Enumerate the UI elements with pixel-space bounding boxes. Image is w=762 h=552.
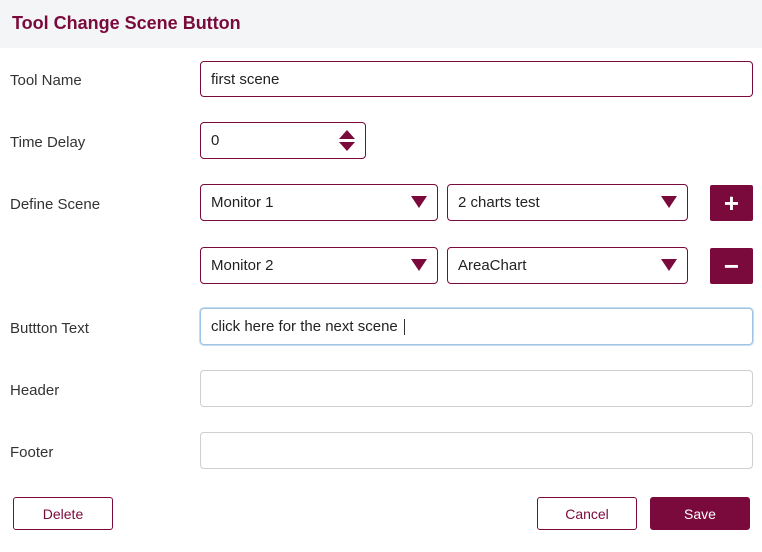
stepper-up-icon[interactable] <box>339 130 355 139</box>
remove-scene-row-button[interactable]: − <box>710 248 753 284</box>
save-button[interactable]: Save <box>650 497 750 530</box>
tool-name-input[interactable]: first scene <box>200 61 753 97</box>
scene-row-1-chart-select[interactable]: 2 charts test <box>447 184 688 221</box>
chevron-down-icon <box>661 196 677 208</box>
chevron-down-icon <box>661 259 677 271</box>
delete-button[interactable]: Delete <box>13 497 113 530</box>
chevron-down-icon <box>411 259 427 271</box>
time-delay-value: 0 <box>211 132 220 149</box>
plus-icon: + <box>723 188 740 218</box>
scene-row-2-chart-select[interactable]: AreaChart <box>447 247 688 284</box>
scene-row-1-chart-value: 2 charts test <box>458 194 540 211</box>
minus-icon: − <box>723 251 740 281</box>
define-scene-label: Define Scene <box>10 196 101 213</box>
stepper-arrows-icon[interactable] <box>339 130 355 152</box>
time-delay-label: Time Delay <box>10 134 86 151</box>
chevron-down-icon <box>411 196 427 208</box>
dialog-title: Tool Change Scene Button <box>12 13 241 33</box>
scene-row-2-monitor-select[interactable]: Monitor 2 <box>200 247 438 284</box>
cancel-button[interactable]: Cancel <box>537 497 637 530</box>
tool-name-label: Tool Name <box>10 72 82 89</box>
scene-row-1-monitor-value: Monitor 1 <box>211 194 274 211</box>
text-cursor <box>403 318 405 335</box>
button-text-label: Buttton Text <box>10 320 89 337</box>
footer-label: Footer <box>10 444 54 461</box>
dialog-header: Tool Change Scene Button <box>0 0 762 48</box>
tool-name-value: first scene <box>211 70 280 88</box>
scene-row-1-monitor-select[interactable]: Monitor 1 <box>200 184 438 221</box>
footer-input[interactable] <box>200 432 753 469</box>
button-text-value: click here for the next scene <box>211 318 398 335</box>
stepper-down-icon[interactable] <box>339 142 355 151</box>
scene-row-2-chart-value: AreaChart <box>458 257 527 274</box>
scene-row-2-monitor-value: Monitor 2 <box>211 257 274 274</box>
time-delay-stepper[interactable]: 0 <box>200 122 366 159</box>
header-input[interactable] <box>200 370 753 407</box>
header-label: Header <box>10 382 60 399</box>
add-scene-row-button[interactable]: + <box>710 185 753 221</box>
button-text-input[interactable]: click here for the next scene <box>200 308 753 345</box>
